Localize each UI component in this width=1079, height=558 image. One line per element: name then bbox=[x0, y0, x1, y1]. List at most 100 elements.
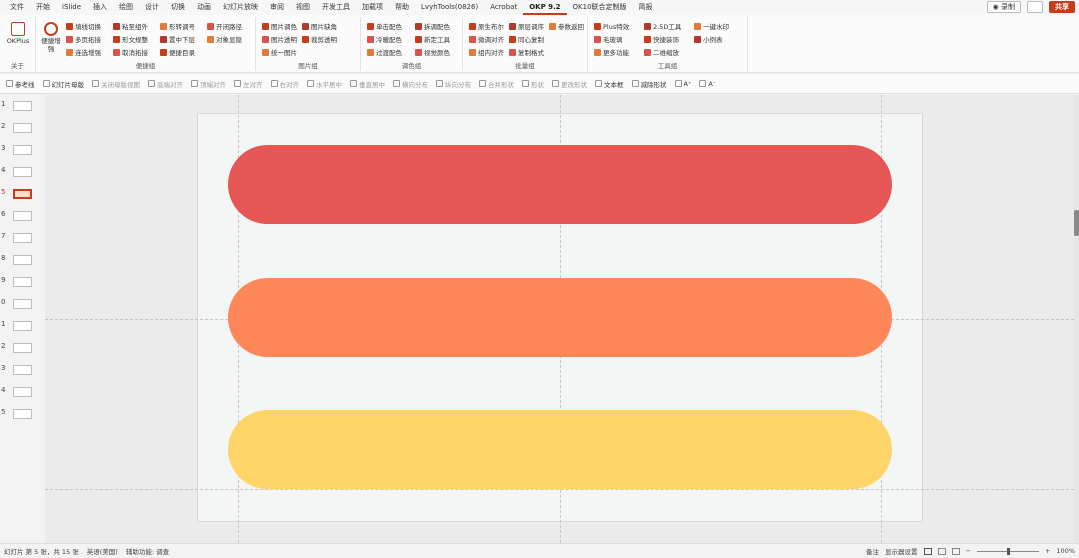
slide-thumbnail[interactable]: 1 bbox=[0, 99, 44, 113]
color-item-5[interactable]: 视觉颜色 bbox=[415, 47, 450, 57]
record-button[interactable]: ◉ 录制 bbox=[986, 1, 1021, 13]
tool-item-5[interactable]: 二维缩放 bbox=[644, 47, 679, 57]
toolbar-item-7[interactable]: 水平居中 bbox=[303, 79, 346, 89]
orange-rounded-bar[interactable] bbox=[228, 278, 892, 357]
tool-item-3[interactable]: 2.5D工具 bbox=[644, 21, 681, 31]
conv-item-4[interactable]: 形文规整 bbox=[113, 34, 148, 44]
toolbar-item-12[interactable]: 形状 bbox=[518, 79, 548, 89]
vertical-scrollbar[interactable] bbox=[1074, 95, 1079, 543]
toolbar-item-2[interactable]: 关闭母版视图 bbox=[88, 79, 144, 89]
guide-horizontal-2[interactable] bbox=[45, 489, 1074, 490]
slide-thumbnail[interactable]: 2 bbox=[0, 341, 44, 355]
normal-view-icon[interactable] bbox=[923, 547, 932, 555]
menu-tab-8[interactable]: 幻灯片放映 bbox=[217, 0, 264, 15]
slide-thumbnail-image[interactable] bbox=[13, 211, 32, 221]
menu-tab-7[interactable]: 动画 bbox=[191, 0, 217, 15]
zoom-slider[interactable] bbox=[976, 547, 1039, 555]
slide-thumbnail[interactable]: 5 bbox=[0, 407, 44, 421]
slide-thumbnail-image[interactable] bbox=[13, 299, 32, 309]
color-item-0[interactable]: 单击配色 bbox=[367, 21, 402, 31]
slide-thumbnail-image[interactable] bbox=[13, 167, 32, 177]
slide-thumbnail[interactable]: 6 bbox=[0, 209, 44, 223]
toolbar-item-16[interactable]: A⁺ bbox=[671, 80, 696, 88]
toolbar-item-9[interactable]: 横向分布 bbox=[389, 79, 432, 89]
slide-thumbnail-image[interactable] bbox=[13, 255, 32, 265]
tool-item-0[interactable]: Plus特效 bbox=[594, 21, 629, 31]
slide-thumbnail-image[interactable] bbox=[13, 321, 32, 331]
conv-item-1[interactable]: 多页拓接 bbox=[66, 34, 101, 44]
tool-item-2[interactable]: 更多功能 bbox=[594, 47, 629, 57]
slide-thumbnail[interactable]: 4 bbox=[0, 385, 44, 399]
zoom-in-icon[interactable]: + bbox=[1045, 547, 1050, 555]
toolbar-item-3[interactable]: 底端对齐 bbox=[144, 79, 187, 89]
img-item-1[interactable]: 图片透明 bbox=[262, 34, 297, 44]
tool-item-6[interactable]: 一键水印 bbox=[694, 21, 729, 31]
slide-thumbnail-image[interactable] bbox=[13, 233, 32, 243]
toolbar-item-4[interactable]: 顶端对齐 bbox=[187, 79, 230, 89]
menu-tab-0[interactable]: 文件 bbox=[4, 0, 30, 15]
slide-thumbnail[interactable]: 1 bbox=[0, 319, 44, 333]
slide-thumbnail[interactable]: 7 bbox=[0, 231, 44, 245]
batch-item-1[interactable]: 微调对齐 bbox=[469, 34, 504, 44]
conv-item-5[interactable]: 取消拓接 bbox=[113, 47, 148, 57]
img-item-0[interactable]: 图片调色 bbox=[262, 21, 297, 31]
zoom-slider-knob[interactable] bbox=[1006, 547, 1010, 555]
slide-thumbnail-image[interactable] bbox=[13, 409, 32, 419]
slide-thumbnail[interactable]: 5 bbox=[0, 187, 44, 201]
conv-item-8[interactable]: 便捷目录 bbox=[160, 47, 195, 57]
slide-thumbnail[interactable]: 2 bbox=[0, 121, 44, 135]
toolbar-item-0[interactable]: 参考线 bbox=[2, 79, 39, 89]
menu-tab-13[interactable]: 帮助 bbox=[389, 0, 415, 15]
menu-tab-11[interactable]: 开发工具 bbox=[316, 0, 356, 15]
conv-item-7[interactable]: 置中下层 bbox=[160, 34, 195, 44]
conv-item-10[interactable]: 对象显隐 bbox=[207, 34, 242, 44]
menu-tab-6[interactable]: 切换 bbox=[165, 0, 191, 15]
batch-item-4[interactable]: 同心复制 bbox=[509, 34, 544, 44]
menu-tab-4[interactable]: 绘图 bbox=[113, 0, 139, 15]
batch-item-3[interactable]: 原层调序 bbox=[509, 21, 544, 31]
batch-item-2[interactable]: 组内对齐 bbox=[469, 47, 504, 57]
slide-thumbnail[interactable]: 3 bbox=[0, 143, 44, 157]
slide-thumbnail-image[interactable] bbox=[13, 101, 32, 111]
reading-view-icon[interactable] bbox=[951, 547, 960, 555]
toolbar-item-1[interactable]: 幻灯片母版 bbox=[39, 79, 89, 89]
slide-thumbnail[interactable]: 9 bbox=[0, 275, 44, 289]
conv-item-2[interactable]: 连选增强 bbox=[66, 47, 101, 57]
menu-tab-16[interactable]: OKP 9.2 bbox=[523, 0, 567, 15]
toolbar-item-8[interactable]: 垂直居中 bbox=[346, 79, 389, 89]
slide-thumbnail-image[interactable] bbox=[13, 343, 32, 353]
menu-tab-18[interactable]: 简报 bbox=[633, 0, 659, 15]
convenience-enhance-button[interactable]: 便捷增强 bbox=[40, 22, 62, 53]
tool-item-1[interactable]: 毛玻璃 bbox=[594, 34, 623, 44]
slide-thumbnail-image[interactable] bbox=[13, 189, 32, 199]
toolbar-item-10[interactable]: 纵向分布 bbox=[432, 79, 475, 89]
yellow-rounded-bar[interactable] bbox=[228, 410, 892, 489]
batch-item-0[interactable]: 原生布尔 bbox=[469, 21, 504, 31]
slide-thumbnail[interactable]: 4 bbox=[0, 165, 44, 179]
conv-item-6[interactable]: 形转调号 bbox=[160, 21, 195, 31]
red-rounded-bar[interactable] bbox=[228, 145, 892, 224]
accessibility-indicator[interactable]: 辅助功能: 调查 bbox=[122, 546, 173, 556]
menu-tab-3[interactable]: 插入 bbox=[87, 0, 113, 15]
okplus-button[interactable]: OKPlus bbox=[5, 22, 31, 45]
display-settings-button[interactable]: 显示器设置 bbox=[885, 546, 918, 556]
img-item-3[interactable]: 图片缺角 bbox=[302, 21, 337, 31]
color-item-2[interactable]: 过渡配色 bbox=[367, 47, 402, 57]
toolbar-item-15[interactable]: 减除形状 bbox=[628, 79, 671, 89]
language-indicator[interactable]: 英语(美国) bbox=[83, 546, 122, 556]
menu-tab-10[interactable]: 视图 bbox=[290, 0, 316, 15]
zoom-out-icon[interactable]: − bbox=[966, 547, 971, 555]
toolbar-item-14[interactable]: 文本框 bbox=[591, 79, 628, 89]
slide-thumbnail-image[interactable] bbox=[13, 387, 32, 397]
img-item-4[interactable]: 裁剪透明 bbox=[302, 34, 337, 44]
zoom-level[interactable]: 100% bbox=[1056, 547, 1075, 555]
notes-button[interactable]: 备注 bbox=[866, 546, 879, 556]
menu-tab-9[interactable]: 审阅 bbox=[264, 0, 290, 15]
tool-item-4[interactable]: 快捷装饰 bbox=[644, 34, 679, 44]
toolbar-item-13[interactable]: 更改形状 bbox=[548, 79, 591, 89]
menu-tab-2[interactable]: iSlide bbox=[56, 0, 87, 15]
tool-item-7[interactable]: 小例表 bbox=[694, 34, 723, 44]
color-item-3[interactable]: 拆调配色 bbox=[415, 21, 450, 31]
toolbar-item-11[interactable]: 合并形状 bbox=[475, 79, 518, 89]
scrollbar-thumb[interactable] bbox=[1074, 210, 1079, 236]
